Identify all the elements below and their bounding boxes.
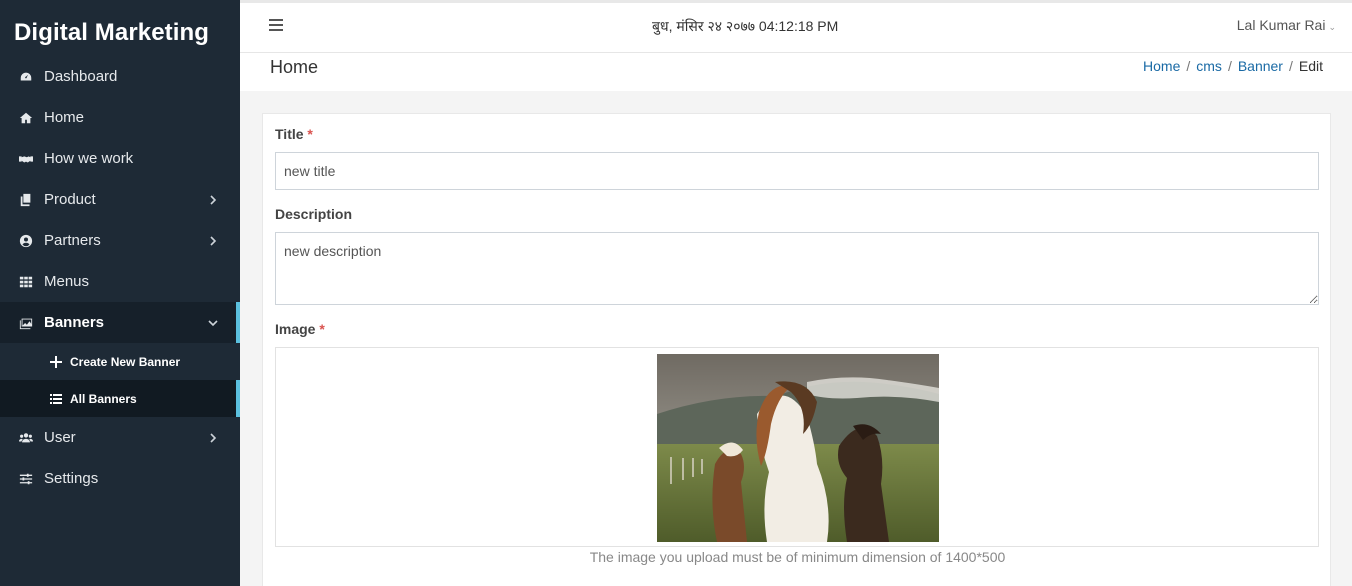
sidebar-item-banners[interactable]: Banners bbox=[0, 302, 240, 343]
chevron-right-icon bbox=[208, 430, 218, 443]
breadcrumb-banner[interactable]: Banner bbox=[1238, 58, 1283, 74]
title-input[interactable] bbox=[275, 152, 1319, 190]
image-dimension-hint: The image you upload must be of minimum … bbox=[589, 549, 1006, 565]
sidebar-item-label: Product bbox=[44, 191, 96, 208]
title-label: Title * bbox=[275, 126, 313, 142]
sidebar-item-label: Banners bbox=[44, 314, 105, 331]
copy-icon bbox=[18, 192, 34, 208]
breadcrumb-home[interactable]: Home bbox=[1143, 58, 1180, 74]
chevron-down-icon: ⌄ bbox=[1328, 22, 1336, 32]
image-label: Image * bbox=[275, 321, 325, 337]
sidebar: Digital Marketing Dashboard Home How we … bbox=[0, 0, 240, 586]
sidebar-item-label: Menus bbox=[44, 273, 90, 290]
dashboard-icon bbox=[18, 69, 34, 85]
sidebar-item-label: Home bbox=[44, 109, 85, 126]
home-icon bbox=[18, 110, 34, 126]
user-name: Lal Kumar Rai bbox=[1236, 17, 1326, 33]
top-navbar: बुध, मंसिर २४ २०७७ 04:12:18 PM Lal Kumar… bbox=[240, 0, 1352, 53]
title-label-text: Title bbox=[275, 126, 304, 142]
breadcrumb-edit: Edit bbox=[1298, 58, 1323, 74]
sliders-icon bbox=[18, 471, 34, 487]
sidebar-item-menus[interactable]: Menus bbox=[0, 261, 240, 302]
sidebar-subitem-label: Create New Banner bbox=[70, 354, 181, 369]
image-label-text: Image bbox=[275, 321, 316, 337]
breadcrumb-cms[interactable]: cms bbox=[1196, 58, 1222, 74]
page-title: Home bbox=[270, 57, 319, 77]
plus-icon bbox=[50, 355, 62, 368]
users-icon bbox=[18, 430, 34, 446]
sidebar-item-label: Settings bbox=[44, 470, 99, 487]
images-icon bbox=[18, 315, 34, 331]
sidebar-item-dashboard[interactable]: Dashboard bbox=[0, 56, 240, 97]
breadcrumb: Home / cms / Banner / Edit bbox=[1143, 58, 1323, 74]
breadcrumb-separator: / bbox=[1227, 58, 1232, 74]
sidebar-subitem-create-new-banner[interactable]: Create New Banner bbox=[0, 343, 240, 380]
sidebar-subitem-label: All Banners bbox=[70, 391, 137, 406]
hamburger-menu-icon[interactable] bbox=[269, 19, 283, 31]
sidebar-item-partners[interactable]: Partners bbox=[0, 220, 240, 261]
required-mark: * bbox=[319, 321, 325, 337]
content-header: Home Home / cms / Banner / Edit bbox=[240, 53, 1352, 91]
user-circle-icon bbox=[18, 233, 34, 249]
sidebar-item-user[interactable]: User bbox=[0, 417, 240, 458]
banner-edit-form: Title * Description new description Imag… bbox=[262, 113, 1331, 586]
brand-title[interactable]: Digital Marketing bbox=[0, 0, 240, 56]
sidebar-item-how-we-work[interactable]: How we work bbox=[0, 138, 240, 179]
banner-image-preview bbox=[657, 354, 939, 542]
sidebar-item-label: How we work bbox=[44, 150, 134, 167]
breadcrumb-separator: / bbox=[1288, 58, 1293, 74]
chevron-right-icon bbox=[208, 233, 218, 246]
image-upload-box[interactable] bbox=[275, 347, 1319, 547]
user-menu[interactable]: Lal Kumar Rai ⌄ bbox=[1237, 17, 1336, 33]
handshake-icon bbox=[18, 151, 34, 167]
sidebar-menu: Dashboard Home How we work Product Partn… bbox=[0, 56, 240, 499]
description-label: Description bbox=[275, 206, 353, 222]
sidebar-item-product[interactable]: Product bbox=[0, 179, 240, 220]
list-icon bbox=[50, 393, 62, 405]
nepali-datetime: बुध, मंसिर २४ २०७७ 04:12:18 PM bbox=[652, 18, 839, 34]
sidebar-item-label: Partners bbox=[44, 232, 101, 249]
sidebar-item-settings[interactable]: Settings bbox=[0, 458, 240, 499]
sidebar-item-label: Dashboard bbox=[44, 68, 118, 85]
chevron-right-icon bbox=[208, 192, 218, 205]
breadcrumb-separator: / bbox=[1186, 58, 1191, 74]
sidebar-item-home[interactable]: Home bbox=[0, 97, 240, 138]
sidebar-item-label: User bbox=[44, 429, 76, 446]
sidebar-subitem-all-banners[interactable]: All Banners bbox=[0, 380, 240, 417]
required-mark: * bbox=[307, 126, 313, 142]
description-textarea[interactable]: new description bbox=[275, 232, 1319, 305]
chevron-down-icon bbox=[208, 315, 218, 327]
grid-icon bbox=[18, 274, 34, 290]
